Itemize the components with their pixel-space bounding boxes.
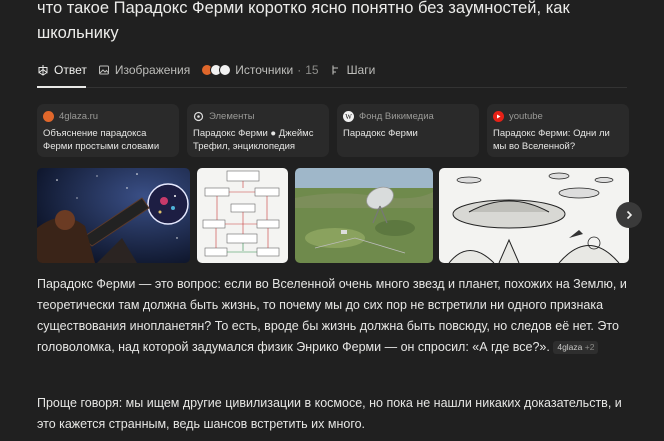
source-title: Объяснение парадокса Ферми простыми слов… bbox=[43, 128, 160, 152]
source-favicons bbox=[201, 64, 232, 76]
tab-steps-label: Шаги bbox=[346, 63, 376, 77]
answer-paragraph-2: Проще говоря: мы ищем другие цивилизации… bbox=[37, 396, 622, 431]
query-title: что такое Парадокс Ферми коротко ясно по… bbox=[37, 0, 570, 42]
result-tabs: Ответ Изображения Источники · 15 Шаги bbox=[37, 60, 386, 80]
source-cards: 4glaza.ru Объяснение парадокса Ферми про… bbox=[37, 104, 629, 157]
youtube-favicon-icon bbox=[493, 111, 504, 122]
source-card[interactable]: youtube Парадокс Ферми: Одни ли мы во Вс… bbox=[487, 104, 629, 157]
source-card[interactable]: W Фонд Викимедиа Парадокс Ферми bbox=[337, 104, 479, 157]
tab-sources-label: Источники bbox=[235, 63, 294, 77]
source-favicon-icon bbox=[219, 64, 232, 76]
tab-answer-label: Ответ bbox=[54, 63, 87, 77]
elementy-favicon-icon bbox=[193, 111, 204, 122]
source-site: Фонд Викимедиа bbox=[359, 111, 434, 122]
tab-images-label: Изображения bbox=[114, 63, 191, 77]
source-card[interactable]: Элементы Парадокс Ферми ● Джеймс Трефил,… bbox=[187, 104, 329, 157]
image-strip bbox=[37, 168, 629, 263]
citation-badge[interactable]: 4glaza +2 bbox=[553, 341, 599, 354]
images-next-button[interactable] bbox=[616, 202, 642, 228]
answer-paragraph: Парадокс Ферми — это вопрос: если во Все… bbox=[37, 274, 631, 358]
tab-images[interactable]: Изображения bbox=[98, 60, 190, 80]
answer-text: Парадокс Ферми — это вопрос: если во Все… bbox=[37, 277, 627, 354]
sources-count: 15 bbox=[305, 63, 319, 77]
source-title: Парадокс Ферми ● Джеймс Трефил, энциклоп… bbox=[193, 128, 314, 152]
source-site: Элементы bbox=[209, 111, 255, 122]
tab-steps[interactable]: Шаги bbox=[330, 60, 376, 80]
source-title: Парадокс Ферми bbox=[343, 128, 418, 139]
perplexity-logo-icon bbox=[38, 65, 48, 76]
tab-answer[interactable]: Ответ bbox=[37, 60, 87, 80]
wikipedia-favicon-icon: W bbox=[343, 111, 354, 122]
source-title: Парадокс Ферми: Одни ли мы во Вселенной? bbox=[493, 128, 610, 152]
ufo-cartoon-image[interactable] bbox=[439, 168, 629, 263]
radio-telescope-photo-image[interactable] bbox=[295, 168, 433, 263]
image-icon bbox=[98, 65, 109, 75]
telescope-illustration-image[interactable] bbox=[37, 168, 190, 263]
source-site: 4glaza.ru bbox=[59, 111, 99, 122]
source-site: youtube bbox=[509, 111, 543, 122]
tab-sources[interactable]: Источники · 15 bbox=[201, 60, 319, 80]
4glaza-favicon-icon bbox=[43, 111, 54, 122]
source-card[interactable]: 4glaza.ru Объяснение парадокса Ферми про… bbox=[37, 104, 179, 157]
fermi-flowchart-image[interactable] bbox=[197, 168, 288, 263]
active-tab-indicator bbox=[37, 86, 86, 88]
tabs-divider bbox=[37, 87, 627, 88]
steps-icon bbox=[332, 65, 338, 75]
chevron-right-icon bbox=[626, 210, 633, 220]
